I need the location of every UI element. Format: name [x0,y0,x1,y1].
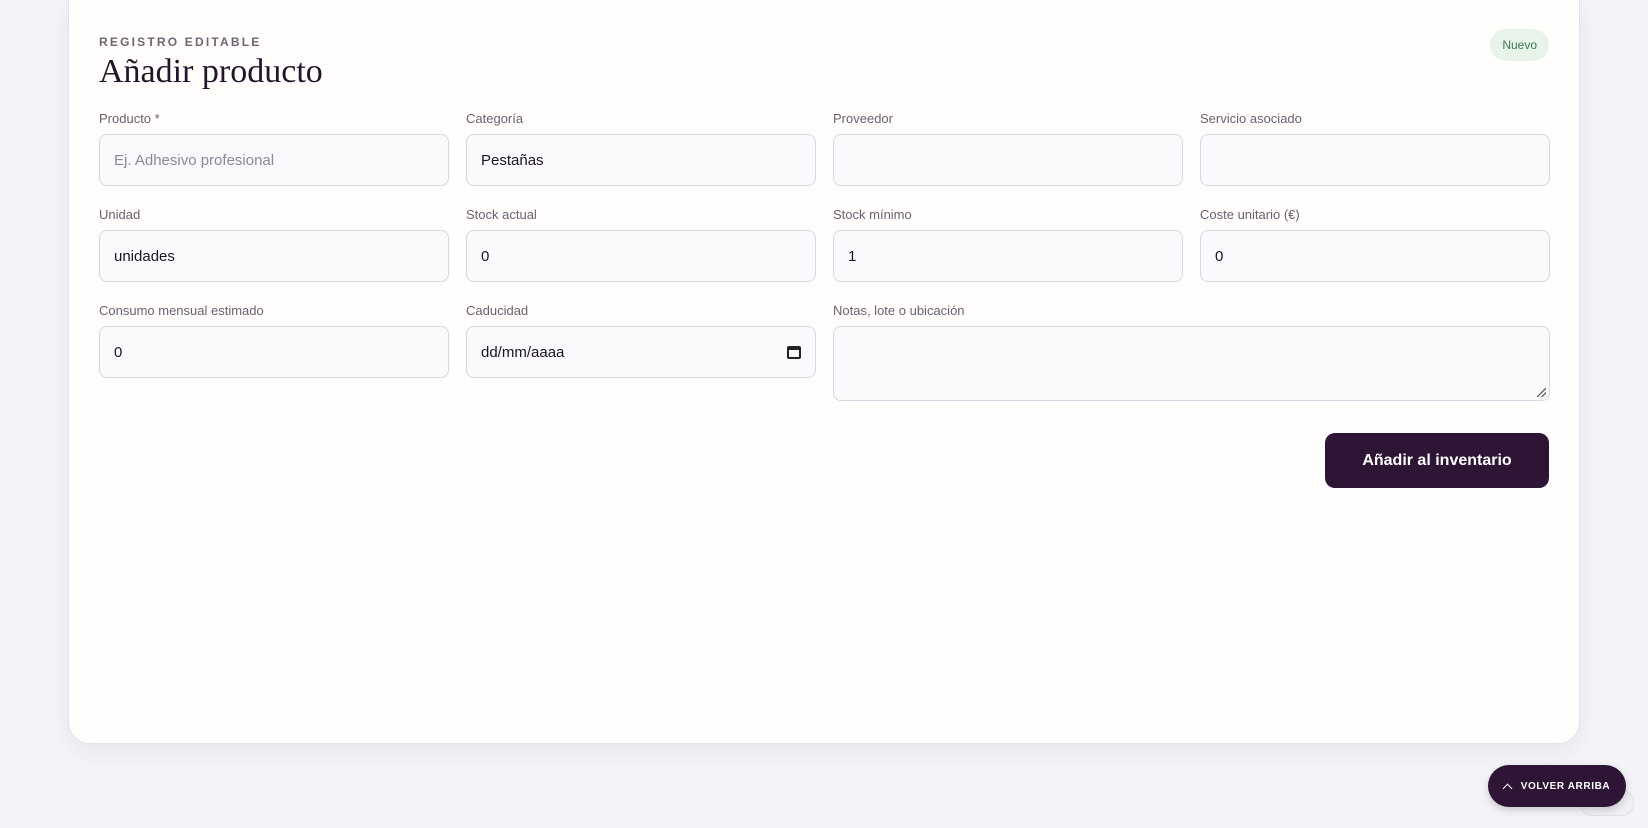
stock-actual-field: Stock actual 0 [466,207,816,282]
categoria-input[interactable]: Pestañas [466,134,816,186]
add-to-inventory-button[interactable]: Añadir al inventario [1325,433,1549,488]
caducidad-field: Caducidad dd/mm/aaaa [466,303,816,378]
resize-handle-icon[interactable] [1537,388,1546,397]
notas-label: Notas, lote o ubicación [833,303,965,318]
caducidad-value: dd/mm/aaaa [481,343,565,361]
servicio-field: Servicio asociado [1200,111,1550,186]
servicio-input[interactable] [1200,134,1550,186]
proveedor-field: Proveedor [833,111,1183,186]
status-badge: Nuevo [1490,29,1549,61]
coste-input[interactable]: 0 [1200,230,1550,282]
coste-label: Coste unitario (€) [1200,207,1300,222]
notas-textarea[interactable] [833,326,1550,401]
stock-minimo-field: Stock mínimo 1 [833,207,1183,282]
stock-actual-label: Stock actual [466,207,537,222]
stock-minimo-input[interactable]: 1 [833,230,1183,282]
consumo-label: Consumo mensual estimado [99,303,264,318]
section-eyebrow: REGISTRO EDITABLE [99,35,262,49]
categoria-label: Categoría [466,111,524,126]
add-product-card: REGISTRO EDITABLE Añadir producto Nuevo … [68,0,1580,744]
caducidad-label: Caducidad [466,303,529,318]
coste-field: Coste unitario (€) 0 [1200,207,1550,282]
calendar-icon[interactable] [787,345,801,359]
proveedor-label: Proveedor [833,111,893,126]
page-title: Añadir producto [99,53,323,90]
back-to-top-button[interactable]: VOLVER ARRIBA [1488,765,1626,807]
unidad-label: Unidad [99,207,141,222]
unidad-field: Unidad unidades [99,207,449,282]
producto-field: Producto * Ej. Adhesivo profesional [99,111,449,186]
producto-label: Producto * [99,111,160,126]
servicio-label: Servicio asociado [1200,111,1302,126]
caducidad-input[interactable]: dd/mm/aaaa [466,326,816,378]
consumo-input[interactable]: 0 [99,326,449,378]
categoria-field: Categoría Pestañas [466,111,816,186]
unidad-input[interactable]: unidades [99,230,449,282]
producto-input[interactable]: Ej. Adhesivo profesional [99,134,449,186]
stock-minimo-label: Stock mínimo [833,207,912,222]
back-to-top-label: VOLVER ARRIBA [1520,780,1611,792]
notas-field: Notas, lote o ubicación [833,303,1550,401]
stock-actual-input[interactable]: 0 [466,230,816,282]
chevron-up-icon [1502,783,1513,793]
consumo-field: Consumo mensual estimado 0 [99,303,449,378]
proveedor-input[interactable] [833,134,1183,186]
